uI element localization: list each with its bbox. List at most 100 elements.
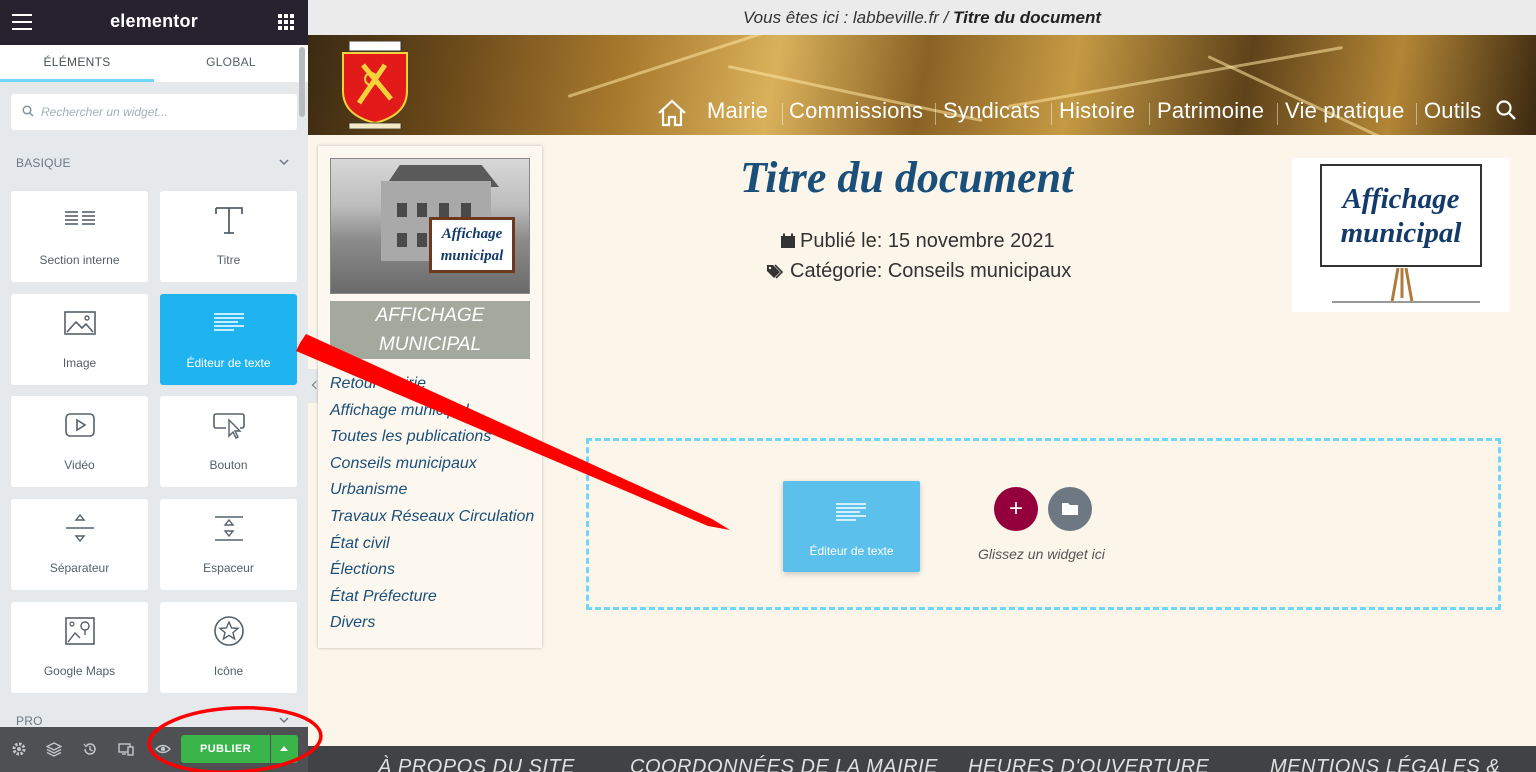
widget-heading[interactable]: Titre (160, 191, 297, 282)
chevron-down-icon[interactable] (279, 715, 289, 725)
sidebar-links: Retour Mairie Affichage municipal Toutes… (330, 372, 534, 638)
widget-label: Bouton (209, 458, 248, 472)
sidebar-link[interactable]: Retour Mairie (330, 372, 534, 399)
panel-scrollbar[interactable] (299, 47, 305, 117)
widget-label: Éditeur de texte (809, 544, 894, 558)
responsive-icon[interactable] (118, 741, 134, 757)
add-section-button[interactable]: + (994, 487, 1038, 531)
site-footer: À PROPOS DU SITE COORDONNÉES DE LA MAIRI… (308, 746, 1536, 772)
panel-tabs: ÉLÉMENTS GLOBAL (0, 45, 308, 82)
tab-elements[interactable]: ÉLÉMENTS (0, 45, 154, 82)
home-icon[interactable] (657, 99, 687, 127)
nav-mairie[interactable]: Mairie (707, 98, 768, 124)
footer-link-contact[interactable]: COORDONNÉES DE LA MAIRIE (630, 756, 938, 772)
publish-button[interactable]: PUBLIER (181, 735, 270, 763)
caret-up-icon (280, 746, 288, 751)
widget-google-maps[interactable]: Google Maps (11, 602, 148, 693)
widgets-grid-icon[interactable] (278, 14, 294, 30)
chevron-down-icon[interactable] (279, 157, 289, 167)
widget-label: Section interne (39, 253, 120, 267)
panel-header: elementor (0, 0, 308, 45)
tab-global[interactable]: GLOBAL (154, 45, 308, 82)
category-text: Catégorie: Conseils municipaux (790, 260, 1072, 282)
sidebar-link[interactable]: Affichage municipal (330, 399, 534, 426)
widget-search-input[interactable] (41, 94, 291, 130)
header-banner: Mairie Commissions Syndicats Histoire Pa… (308, 35, 1536, 135)
widget-label: Titre (216, 253, 241, 267)
category-pro[interactable]: PRO (16, 714, 43, 728)
photo-sign: Affichage municipal (429, 217, 515, 273)
sidebar-link[interactable]: État Préfecture (330, 585, 534, 612)
affichage-poster-image: Affichage municipal (1292, 158, 1510, 312)
tags-icon (767, 264, 784, 279)
widget-video[interactable]: Vidéo (11, 396, 148, 487)
spacer-icon (214, 516, 243, 541)
sidebar-link[interactable]: Travaux Réseaux Circulation (330, 505, 534, 532)
sidebar-link[interactable]: Élections (330, 558, 534, 585)
add-template-button[interactable] (1048, 487, 1092, 531)
publish-options-button[interactable] (271, 735, 298, 763)
poster-board: Affichage municipal (1320, 164, 1482, 267)
sidebar-heading-line: AFFICHAGE (375, 305, 485, 326)
heading-icon (214, 207, 243, 234)
nav-vie-pratique[interactable]: Vie pratique (1285, 98, 1404, 124)
map-icon (64, 617, 95, 645)
nav-patrimoine[interactable]: Patrimoine (1157, 98, 1264, 124)
search-icon (22, 105, 34, 117)
image-icon (63, 311, 96, 335)
sidebar-link[interactable]: Toutes les publications (330, 425, 534, 452)
poster-line: Affichage (1342, 183, 1460, 215)
elementor-logo: elementor (110, 11, 198, 31)
widget-label: Google Maps (43, 664, 116, 678)
nav-commissions[interactable]: Commissions (789, 98, 923, 124)
widget-divider[interactable]: Séparateur (11, 499, 148, 590)
published-date-text: Publié le: 15 novembre 2021 (800, 230, 1055, 252)
settings-icon[interactable] (11, 741, 27, 757)
footer-link-about[interactable]: À PROPOS DU SITE (378, 756, 575, 772)
poster-line: municipal (1340, 217, 1462, 249)
widget-image[interactable]: Image (11, 294, 148, 385)
sidebar-link[interactable]: État civil (330, 532, 534, 559)
text-editor-icon (213, 313, 244, 331)
nav-histoire[interactable]: Histoire (1059, 98, 1135, 124)
category-basique[interactable]: BASIQUE (16, 156, 71, 170)
widget-drop-zone[interactable] (586, 438, 1501, 610)
widget-button[interactable]: Bouton (160, 396, 297, 487)
breadcrumb-prefix: Vous êtes ici : labbeville.fr / (742, 8, 954, 27)
button-icon (212, 413, 245, 439)
breadcrumb: Vous êtes ici : labbeville.fr / Titre du… (308, 0, 1536, 35)
folder-icon (1062, 503, 1078, 515)
calendar-icon (781, 233, 795, 248)
star-icon (213, 616, 244, 646)
video-icon (64, 413, 95, 437)
footer-link-hours[interactable]: HEURES D'OUVERTURE (968, 756, 1209, 772)
widget-label: Séparateur (49, 561, 110, 575)
inner-section-icon (64, 211, 95, 225)
widget-text-editor[interactable]: Éditeur de texte (160, 294, 297, 385)
text-editor-icon (836, 503, 866, 521)
layers-icon[interactable] (46, 741, 62, 757)
widget-spacer[interactable]: Espaceur (160, 499, 297, 590)
nav-syndicats[interactable]: Syndicats (943, 98, 1040, 124)
widget-label: Icône (213, 664, 244, 678)
page-title: Titre du document (740, 153, 1074, 202)
footer-link-legal[interactable]: MENTIONS LÉGALES & (1270, 756, 1500, 772)
breadcrumb-current: Titre du document (953, 8, 1102, 27)
sidebar-link[interactable]: Urbanisme (330, 478, 534, 505)
drop-hint: Glissez un widget ici (978, 546, 1105, 562)
site-preview: Vous êtes ici : labbeville.fr / Titre du… (308, 0, 1536, 772)
nav-outils[interactable]: Outils (1424, 98, 1481, 124)
widget-inner-section[interactable]: Section interne (11, 191, 148, 282)
history-icon[interactable] (82, 741, 98, 757)
search-icon[interactable] (1495, 99, 1517, 121)
category-meta: Catégorie: Conseils municipaux (766, 260, 1071, 283)
sidebar-link[interactable]: Divers (330, 611, 534, 638)
widget-icon[interactable]: Icône (160, 602, 297, 693)
widget-search (11, 94, 297, 130)
preview-icon[interactable] (155, 741, 171, 757)
divider-icon (65, 513, 94, 543)
sidebar-affichage: Affichage municipal AFFICHAGE MUNICIPAL … (318, 146, 542, 648)
sidebar-link[interactable]: Conseils municipaux (330, 452, 534, 479)
dragged-text-editor-widget[interactable]: Éditeur de texte (783, 481, 920, 572)
town-hall-photo: Affichage municipal (330, 158, 530, 294)
